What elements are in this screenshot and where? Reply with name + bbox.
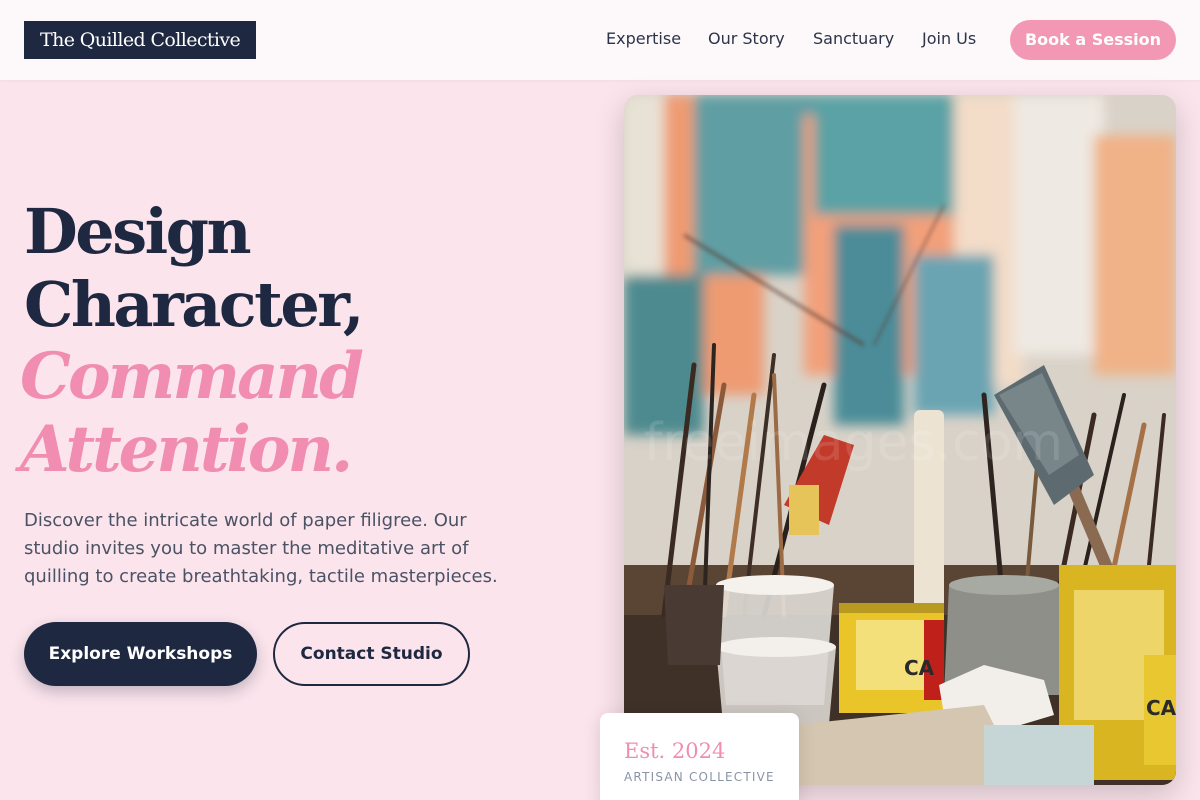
hero-description: Discover the intricate world of paper fi…	[24, 507, 544, 591]
contact-studio-button[interactable]: Contact Studio	[273, 622, 470, 686]
established-subtitle: ARTISAN COLLECTIVE	[624, 770, 775, 784]
book-session-button[interactable]: Book a Session	[1010, 20, 1176, 60]
top-navigation-bar: The Quilled Collective Expertise Our Sto…	[0, 0, 1200, 80]
svg-text:CA: CA	[904, 656, 935, 680]
explore-workshops-button[interactable]: Explore Workshops	[24, 622, 257, 686]
established-year: Est. 2024	[624, 739, 726, 763]
svg-text:freeimages.com: freeimages.com	[644, 413, 1063, 473]
headline-line-2: Character,	[24, 268, 365, 341]
description-line: quilling to create breathtaking, tactile…	[24, 566, 498, 587]
brand-logo[interactable]: The Quilled Collective	[24, 21, 257, 59]
established-badge-card: Est. 2024 ARTISAN COLLECTIVE	[600, 713, 799, 800]
nav-link-expertise[interactable]: Expertise	[606, 29, 681, 48]
svg-text:CA: CA	[1146, 696, 1176, 720]
description-line: Discover the intricate world of paper fi…	[24, 510, 467, 531]
hero-image-paint-brushes: CA CA freeimages.com	[624, 95, 1176, 785]
studio-paint-brushes-illustration: CA CA freeimages.com	[624, 95, 1176, 785]
headline-accent-line-2: Attention.	[20, 412, 353, 487]
nav-link-our-story[interactable]: Our Story	[708, 29, 785, 48]
headline-accent-line-1: Command	[20, 339, 364, 414]
nav-link-sanctuary[interactable]: Sanctuary	[813, 29, 894, 48]
headline-line-1: Design	[24, 195, 252, 268]
nav-link-join-us[interactable]: Join Us	[922, 29, 976, 48]
description-line: studio invites you to master the meditat…	[24, 538, 469, 559]
